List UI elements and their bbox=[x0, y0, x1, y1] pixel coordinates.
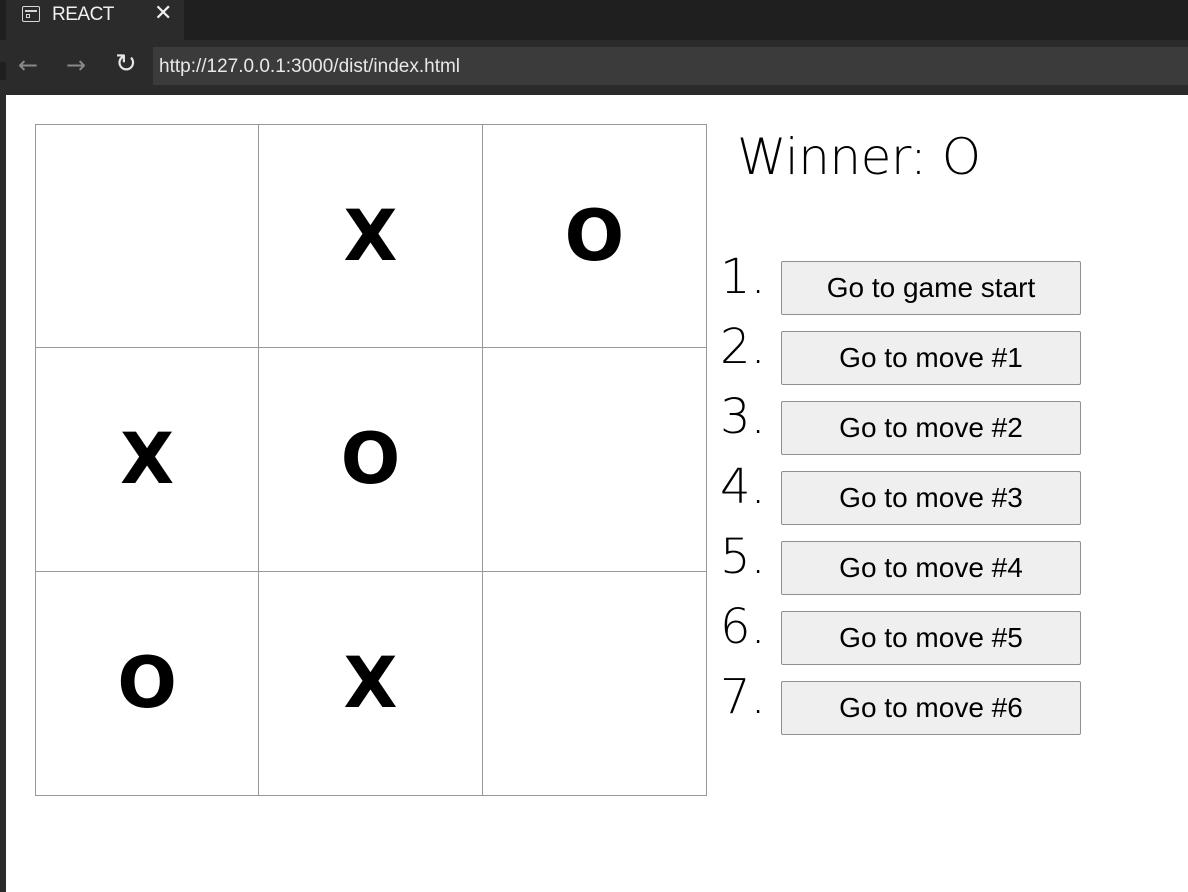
square-2[interactable]: O bbox=[482, 125, 706, 349]
square-1[interactable]: X bbox=[259, 125, 483, 349]
move-item: 3. Go to move #2 bbox=[720, 389, 1120, 463]
go-to-move-6-button[interactable]: Go to move #6 bbox=[781, 681, 1081, 735]
square-8[interactable] bbox=[483, 572, 706, 795]
url-text[interactable]: http://127.0.0.1:3000/dist/index.html bbox=[159, 56, 460, 78]
go-to-move-2-button[interactable]: Go to move #2 bbox=[781, 401, 1081, 455]
back-arrow-icon[interactable]: ← bbox=[18, 52, 38, 78]
browser-tab[interactable]: REACT ✕ bbox=[6, 0, 184, 40]
game-board: X O X O O X bbox=[35, 124, 707, 796]
window-left-edge bbox=[0, 95, 6, 892]
move-number: 7. bbox=[720, 669, 766, 725]
browser-chrome: REACT ✕ ← → ↻ http://127.0.0.1:3000/dist… bbox=[0, 0, 1188, 95]
window-left-edge-dark bbox=[0, 62, 6, 80]
move-number: 3. bbox=[720, 389, 766, 445]
square-5[interactable] bbox=[482, 348, 706, 572]
go-to-game-start-button[interactable]: Go to game start bbox=[781, 261, 1081, 315]
address-bar[interactable]: http://127.0.0.1:3000/dist/index.html bbox=[153, 47, 1188, 85]
forward-arrow-icon[interactable]: → bbox=[66, 52, 86, 78]
move-item: 1. Go to game start bbox=[720, 249, 1120, 323]
page-icon bbox=[22, 6, 40, 22]
move-item: 5. Go to move #4 bbox=[720, 529, 1120, 603]
square-3[interactable]: X bbox=[36, 348, 260, 572]
go-to-move-4-button[interactable]: Go to move #4 bbox=[781, 541, 1081, 595]
move-number: 6. bbox=[720, 599, 766, 655]
move-item: 4. Go to move #3 bbox=[720, 459, 1120, 533]
move-number: 4. bbox=[720, 459, 766, 515]
game-status: Winner: O bbox=[737, 128, 981, 186]
tab-title: REACT bbox=[52, 4, 114, 25]
go-to-move-1-button[interactable]: Go to move #1 bbox=[781, 331, 1081, 385]
tab-bar: REACT ✕ bbox=[0, 0, 1188, 40]
go-to-move-5-button[interactable]: Go to move #5 bbox=[781, 611, 1081, 665]
move-item: 6. Go to move #5 bbox=[720, 599, 1120, 673]
square-7[interactable]: X bbox=[259, 571, 483, 795]
square-6[interactable]: O bbox=[36, 571, 260, 795]
reload-icon[interactable]: ↻ bbox=[115, 51, 137, 77]
move-history-list: 1. Go to game start 2. Go to move #1 3. … bbox=[720, 249, 1120, 743]
go-to-move-3-button[interactable]: Go to move #3 bbox=[781, 471, 1081, 525]
move-number: 5. bbox=[720, 529, 766, 585]
move-item: 7. Go to move #6 bbox=[720, 669, 1120, 743]
move-item: 2. Go to move #1 bbox=[720, 319, 1120, 393]
square-0[interactable] bbox=[36, 125, 260, 349]
move-number: 1. bbox=[720, 249, 766, 305]
square-4[interactable]: O bbox=[259, 348, 483, 572]
close-tab-icon[interactable]: ✕ bbox=[154, 0, 172, 28]
move-number: 2. bbox=[720, 319, 766, 375]
